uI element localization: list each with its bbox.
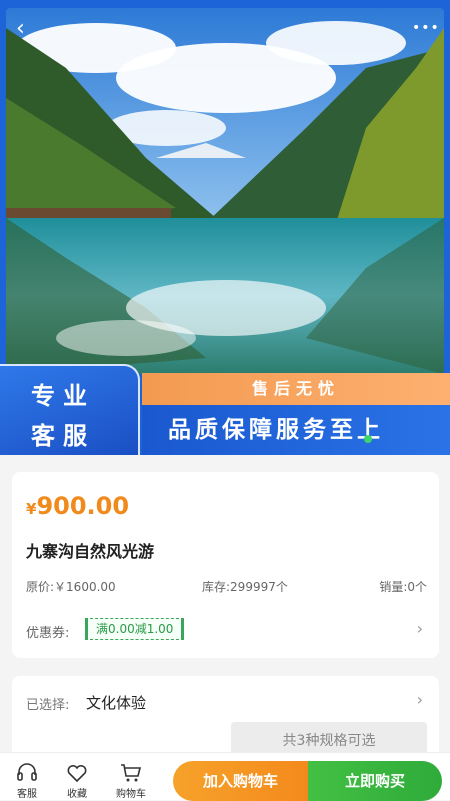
after-sales-strip: 售后无忧 [142,373,450,405]
add-to-cart-button[interactable]: 加入购物车 [173,761,308,801]
stock-count: 库存:299997个 [202,580,288,594]
quality-strip: 品质保障服务至上 [142,405,450,455]
selected-spec: 文化体验 [86,694,147,712]
service-label: 客服 [17,789,37,800]
selected-label: 已选择: [26,698,70,713]
product-photo [6,8,444,374]
product-image-banner: ‹ ••• 专业 客服 售后无忧 品质保障服务至上 [0,0,450,455]
service-badge: 专业 客服 [0,364,140,455]
product-info-card: ¥900.00 九寨沟自然风光游 原价:￥1600.00 库存:299997个 … [12,472,439,658]
cart-icon [121,764,142,782]
coupon-tag[interactable]: 满0.00减1.00 [85,618,185,640]
coupon-label: 优惠券: [26,626,70,641]
original-price: 原价:￥1600.00 [26,580,116,594]
back-icon[interactable]: ‹ [16,18,40,42]
heart-icon [67,764,87,783]
service-button[interactable]: 客服 [2,763,52,800]
product-title: 九寨沟自然风光游 [26,542,155,561]
buy-now-button[interactable]: 立即购买 [308,761,442,801]
spec-chevron-icon[interactable]: › [417,690,423,709]
favorite-label: 收藏 [67,789,87,800]
currency-symbol: ¥ [26,500,37,518]
price-value: 900.00 [36,492,130,520]
service-banner: 专业 客服 售后无忧 品质保障服务至上 [0,364,450,455]
badge-line-2: 客服 [31,422,95,450]
indicator-dot [364,435,372,443]
coupon-chevron-icon[interactable]: › [417,619,423,638]
sales-count: 销量:0个 [379,580,427,594]
favorite-button[interactable]: 收藏 [52,763,102,800]
headset-icon [17,763,37,781]
quality-text: 品质保障服务至上 [168,417,384,443]
more-dots-icon[interactable]: ••• [412,20,439,38]
cart-label: 购物车 [116,789,146,800]
bottom-action-bar: 客服 收藏 购物车 加入购物车 立即购买 [0,752,450,801]
price: ¥900.00 [26,492,129,520]
badge-line-1: 专业 [31,382,95,410]
cart-nav-button[interactable]: 购物车 [106,763,156,800]
